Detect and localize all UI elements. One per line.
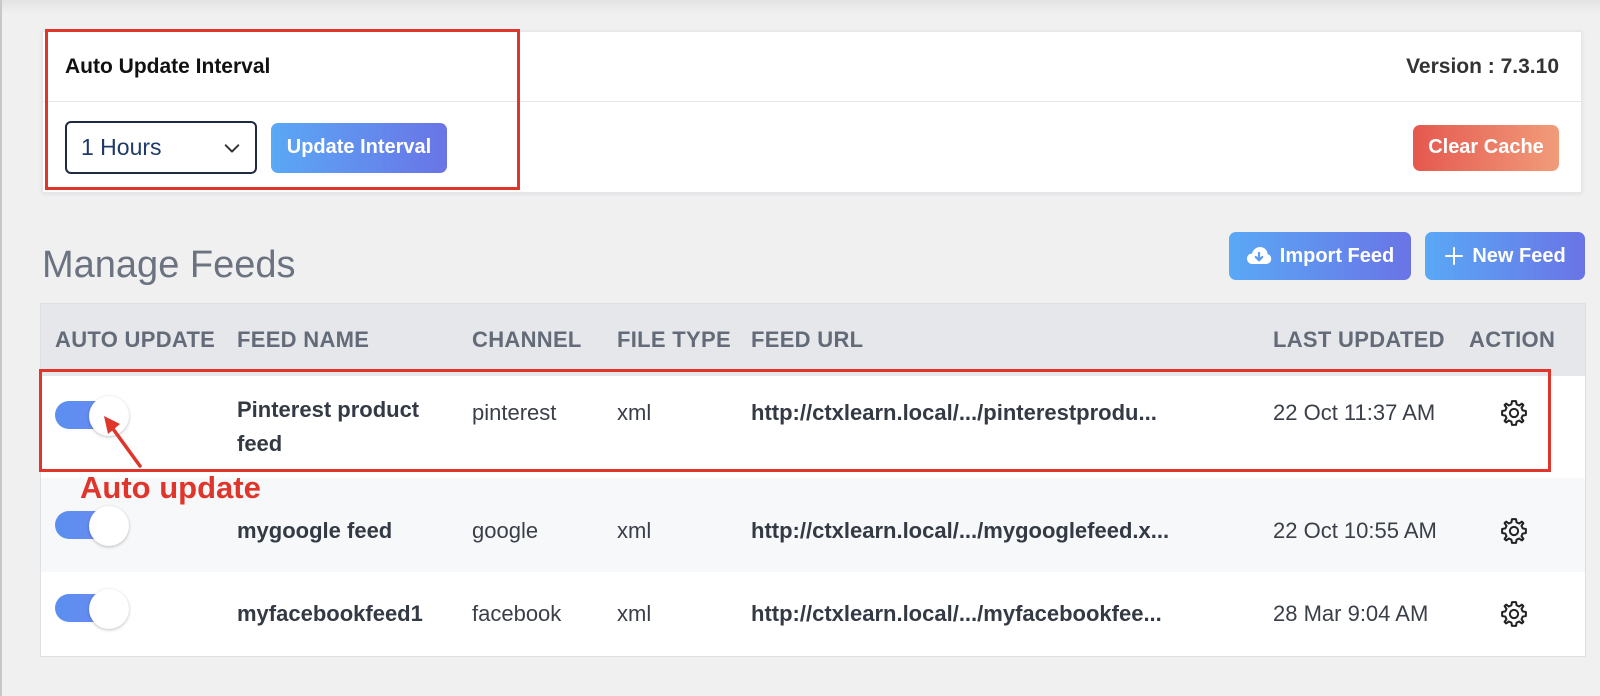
- new-feed-button[interactable]: New Feed: [1425, 232, 1585, 280]
- settings-card-body: 1 Hours Update Interval Clear Cache: [43, 102, 1581, 193]
- feed-last-updated: 28 Mar 9:04 AM: [1273, 601, 1429, 626]
- interval-select-value: 1 Hours: [81, 134, 162, 160]
- interval-controls: 1 Hours Update Interval: [65, 121, 447, 174]
- feed-name[interactable]: Pinterest product feed: [227, 393, 465, 461]
- feed-last-updated: 22 Oct 11:37 AM: [1273, 400, 1436, 425]
- gear-icon[interactable]: [1499, 398, 1529, 428]
- settings-card: Auto Update Interval Version : 7.3.10 1 …: [42, 31, 1582, 193]
- top-shadow: [2, 0, 1600, 14]
- import-feed-label: Import Feed: [1279, 244, 1395, 267]
- chevron-down-icon: [224, 143, 240, 153]
- table-header: AUTO UPDATE FEED NAME CHANNEL FILE TYPE …: [41, 304, 1585, 376]
- feed-file-type: xml: [617, 400, 652, 425]
- new-feed-label: New Feed: [1472, 244, 1566, 267]
- settings-card-header: Auto Update Interval Version : 7.3.10: [43, 32, 1581, 102]
- toggle-knob: [89, 506, 129, 546]
- annotation-arrow-icon: [104, 416, 142, 468]
- auto-update-toggle[interactable]: [55, 589, 129, 631]
- plus-icon: [1445, 247, 1464, 265]
- header-auto-update[interactable]: AUTO UPDATE: [41, 327, 227, 353]
- gear-icon[interactable]: [1499, 516, 1529, 546]
- feed-file-type: xml: [617, 518, 652, 543]
- auto-update-toggle[interactable]: [55, 506, 129, 548]
- annotation-label: Auto update: [80, 470, 261, 505]
- header-feed-name[interactable]: FEED NAME: [227, 327, 465, 353]
- action-cell: [1463, 504, 1585, 546]
- auto-update-interval-title: Auto Update Interval: [65, 54, 271, 78]
- header-channel[interactable]: CHANNEL: [465, 327, 610, 353]
- gear-icon[interactable]: [1499, 599, 1529, 629]
- feed-url[interactable]: http://ctxlearn.local/.../myfacebookfee.…: [743, 601, 1265, 627]
- feed-name[interactable]: mygoogle feed: [227, 502, 465, 548]
- feed-channel: pinterest: [472, 400, 557, 425]
- version-label: Version : 7.3.10: [1406, 54, 1559, 78]
- action-cell: [1463, 376, 1585, 428]
- interval-select[interactable]: 1 Hours: [65, 121, 257, 174]
- feed-name[interactable]: myfacebookfeed1: [227, 597, 465, 631]
- header-file-type[interactable]: FILE TYPE: [610, 327, 743, 353]
- update-interval-button[interactable]: Update Interval: [271, 122, 447, 173]
- table-row: mygoogle feed google xml http://ctxlearn…: [41, 478, 1585, 572]
- feed-channel: google: [472, 518, 539, 543]
- toggle-knob: [89, 589, 129, 629]
- feed-file-type: xml: [617, 601, 652, 626]
- feed-last-updated: 22 Oct 10:55 AM: [1273, 518, 1437, 543]
- header-action: ACTION: [1469, 327, 1556, 352]
- feeds-table: AUTO UPDATE FEED NAME CHANNEL FILE TYPE …: [40, 303, 1586, 657]
- feed-url[interactable]: http://ctxlearn.local/.../pinterestprodu…: [743, 376, 1265, 426]
- auto-update-cell: [41, 589, 227, 639]
- table-row: myfacebookfeed1 facebook xml http://ctxl…: [41, 572, 1585, 656]
- auto-update-cell: [41, 502, 227, 548]
- header-last-updated[interactable]: LAST UPDATED: [1265, 327, 1463, 353]
- feed-url[interactable]: http://ctxlearn.local/.../mygooglefeed.x…: [743, 506, 1265, 544]
- manage-feeds-title: Manage Feeds: [42, 244, 296, 286]
- header-feed-url[interactable]: FEED URL: [743, 327, 1265, 353]
- action-cell: [1463, 599, 1585, 629]
- cloud-download-icon: [1246, 247, 1271, 264]
- feed-channel: facebook: [472, 601, 562, 626]
- table-row: Pinterest product feed pinterest xml htt…: [41, 376, 1585, 478]
- clear-cache-button[interactable]: Clear Cache: [1413, 124, 1559, 171]
- import-feed-button[interactable]: Import Feed: [1229, 232, 1411, 280]
